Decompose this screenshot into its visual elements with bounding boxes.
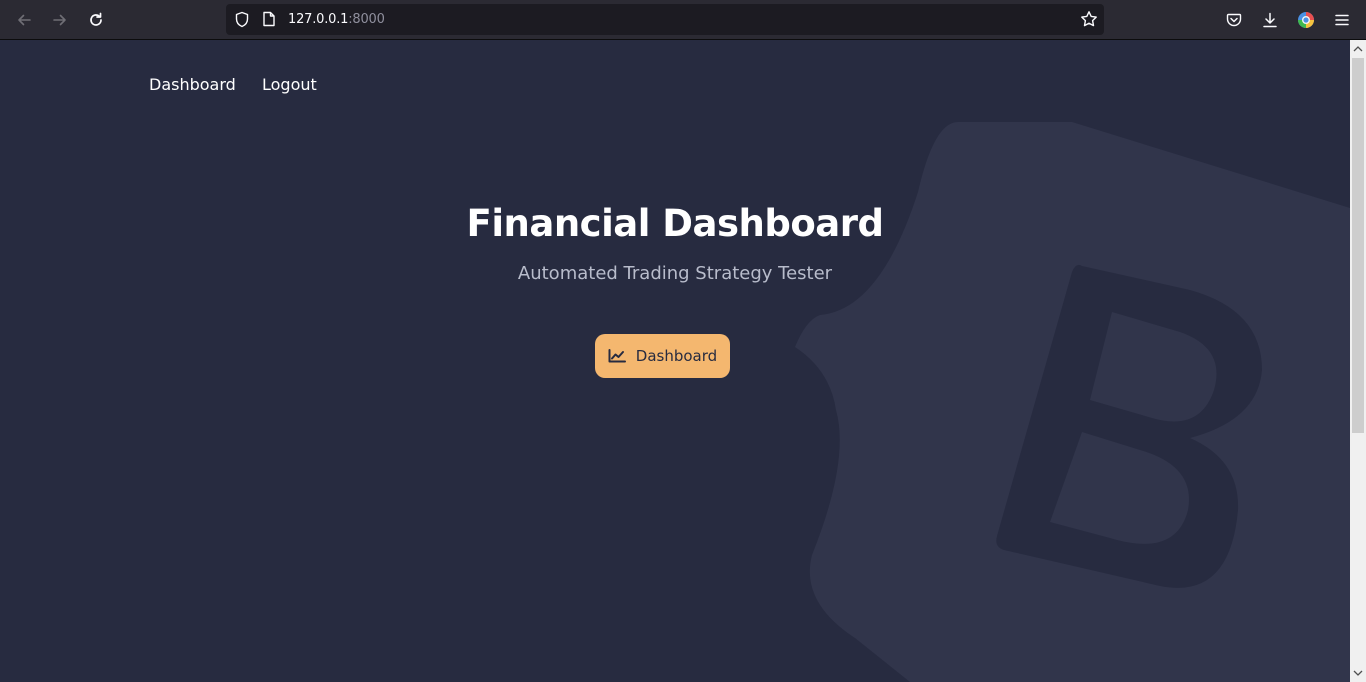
pocket-icon: [1226, 13, 1242, 27]
scroll-up-arrow-icon[interactable]: [1353, 44, 1363, 54]
back-button[interactable]: [9, 5, 39, 35]
scroll-thumb[interactable]: [1352, 58, 1364, 433]
bookmark-star-icon[interactable]: [1080, 10, 1098, 28]
downloads-button[interactable]: [1255, 5, 1285, 35]
shield-icon[interactable]: [234, 11, 250, 28]
reload-button[interactable]: [81, 5, 111, 35]
browser-toolbar: 127.0.0.1:8000: [0, 0, 1366, 40]
chart-line-icon: [608, 349, 626, 363]
hamburger-menu-icon: [1335, 14, 1349, 26]
nav-dashboard-link[interactable]: Dashboard: [149, 75, 236, 94]
dashboard-button-label: Dashboard: [635, 347, 718, 365]
url-text[interactable]: 127.0.0.1:8000: [288, 12, 385, 27]
arrow-left-icon: [18, 14, 31, 26]
menu-button[interactable]: [1327, 5, 1357, 35]
page-title: Financial Dashboard: [466, 202, 884, 245]
pocket-button[interactable]: [1219, 5, 1249, 35]
scroll-down-arrow-icon[interactable]: [1353, 668, 1363, 678]
forward-button[interactable]: [45, 5, 75, 35]
reload-icon: [90, 12, 102, 26]
colorful-avatar-icon: [1298, 12, 1314, 28]
page-subtitle: Automated Trading Strategy Tester: [517, 263, 833, 284]
download-icon: [1263, 12, 1277, 28]
url-port: :8000: [348, 12, 385, 27]
dashboard-button[interactable]: Dashboard: [595, 334, 730, 378]
url-host: 127.0.0.1: [288, 12, 349, 27]
nav-logout-link[interactable]: Logout: [262, 75, 317, 94]
page-scrollbar[interactable]: [1350, 40, 1366, 682]
account-button[interactable]: [1291, 5, 1321, 35]
url-bar[interactable]: 127.0.0.1:8000: [226, 4, 1104, 35]
page-viewport: Dashboard Logout Financial Dashboard Aut…: [0, 40, 1350, 682]
arrow-right-icon: [53, 14, 66, 26]
page-icon[interactable]: [262, 11, 276, 27]
